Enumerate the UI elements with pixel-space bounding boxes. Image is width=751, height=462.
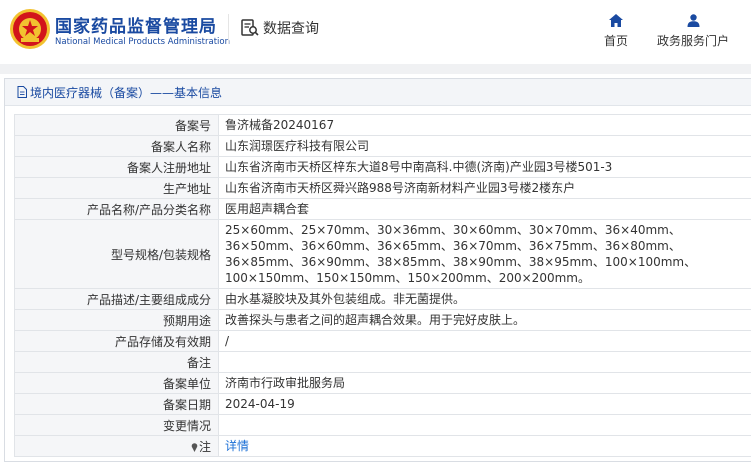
row-label-registered-address: 备案人注册地址 — [14, 156, 219, 178]
org-name-en: National Medical Products Administration — [55, 37, 230, 47]
panel-title-text: 境内医疗器械（备案）——基本信息 — [30, 85, 223, 100]
header-separator — [0, 64, 751, 74]
row-label-filing-unit: 备案单位 — [14, 372, 219, 394]
row-value-filer-name: 山东润璟医疗科技有限公司 — [218, 135, 751, 157]
detail-panel: 境内医疗器械（备案）——基本信息 备案号 鲁济械备20240167 备案人名称 … — [4, 78, 751, 462]
org-name-cn: 国家药品监督管理局 — [55, 17, 217, 37]
row-label-production-address: 生产地址 — [14, 177, 219, 199]
row-label-filing-date: 备案日期 — [14, 393, 219, 415]
row-value-record-number: 鲁济械备20240167 — [218, 114, 751, 136]
details-link[interactable]: 详情 — [225, 439, 249, 453]
nav-home[interactable]: 首页 — [604, 14, 628, 49]
table-row: 备注 — [14, 351, 751, 373]
user-icon — [687, 14, 699, 27]
row-label-storage: 产品存储及有效期 — [14, 330, 219, 352]
row-value-remarks — [218, 351, 751, 373]
table-row: 生产地址 山东省济南市天桥区舜兴路988号济南新材料产业园3号楼2楼东户 — [14, 177, 751, 199]
nav-portal-label: 政务服务门户 — [657, 34, 730, 48]
pin-icon — [191, 442, 198, 452]
row-label-record-number: 备案号 — [14, 114, 219, 136]
row-label-remarks: 备注 — [14, 351, 219, 373]
row-label-description: 产品描述/主要组成成分 — [14, 288, 219, 310]
document-icon — [17, 86, 27, 98]
row-label-model-spec: 型号规格/包装规格 — [14, 219, 219, 289]
table-row: 产品名称/产品分类名称 医用超声耦合套 — [14, 198, 751, 220]
row-label-note: 注 — [14, 435, 219, 457]
row-label-intended-use: 预期用途 — [14, 309, 219, 331]
row-value-product-name: 医用超声耦合套 — [218, 198, 751, 220]
row-label-product-name: 产品名称/产品分类名称 — [14, 198, 219, 220]
table-row: 备案人名称 山东润璟医疗科技有限公司 — [14, 135, 751, 157]
row-value-registered-address: 山东省济南市天桥区梓东大道8号中南高科.中德(济南)产业园3号楼501-3 — [218, 156, 751, 178]
header-divider — [228, 14, 229, 44]
row-value-changes — [218, 414, 751, 436]
row-value-model-spec: 25×60mm、25×70mm、30×36mm、30×60mm、30×70mm、… — [218, 219, 751, 289]
search-document-icon — [241, 19, 259, 36]
table-row: 预期用途 改善探头与患者之间的超声耦合效果。用于完好皮肤上。 — [14, 309, 751, 331]
table-row: 注 详情 — [14, 435, 751, 457]
row-value-filing-unit: 济南市行政审批服务局 — [218, 372, 751, 394]
home-icon — [609, 14, 623, 27]
table-row: 备案人注册地址 山东省济南市天桥区梓东大道8号中南高科.中德(济南)产业园3号楼… — [14, 156, 751, 178]
table-row: 备案日期 2024-04-19 — [14, 393, 751, 415]
site-header: 国家药品监督管理局 National Medical Products Admi… — [0, 0, 751, 64]
nav-service-portal[interactable]: 政务服务门户 — [657, 14, 729, 49]
row-value-intended-use: 改善探头与患者之间的超声耦合效果。用于完好皮肤上。 — [218, 309, 751, 331]
seal-logo-icon — [10, 9, 50, 49]
nav-home-label: 首页 — [604, 34, 629, 48]
table-row: 产品描述/主要组成成分 由水基凝胶块及其外包装组成。非无菌提供。 — [14, 288, 751, 310]
table-row: 备案单位 济南市行政审批服务局 — [14, 372, 751, 394]
row-value-description: 由水基凝胶块及其外包装组成。非无菌提供。 — [218, 288, 751, 310]
data-query-link[interactable]: 数据查询 — [240, 18, 319, 38]
row-label-filer-name: 备案人名称 — [14, 135, 219, 157]
table-row: 变更情况 — [14, 414, 751, 436]
table-row: 型号规格/包装规格 25×60mm、25×70mm、30×36mm、30×60m… — [14, 219, 751, 289]
table-row: 备案号 鲁济械备20240167 — [14, 114, 751, 136]
row-value-filing-date: 2024-04-19 — [218, 393, 751, 415]
row-value-note: 详情 — [218, 435, 751, 457]
row-value-production-address: 山东省济南市天桥区舜兴路988号济南新材料产业园3号楼2楼东户 — [218, 177, 751, 199]
info-table: 备案号 鲁济械备20240167 备案人名称 山东润璟医疗科技有限公司 备案人注… — [14, 114, 751, 457]
panel-title: 境内医疗器械（备案）——基本信息 — [5, 79, 751, 106]
table-row: 产品存储及有效期 / — [14, 330, 751, 352]
row-label-changes: 变更情况 — [14, 414, 219, 436]
note-label-text: 注 — [198, 439, 211, 454]
data-query-label: 数据查询 — [263, 21, 319, 37]
row-value-storage: / — [218, 330, 751, 352]
